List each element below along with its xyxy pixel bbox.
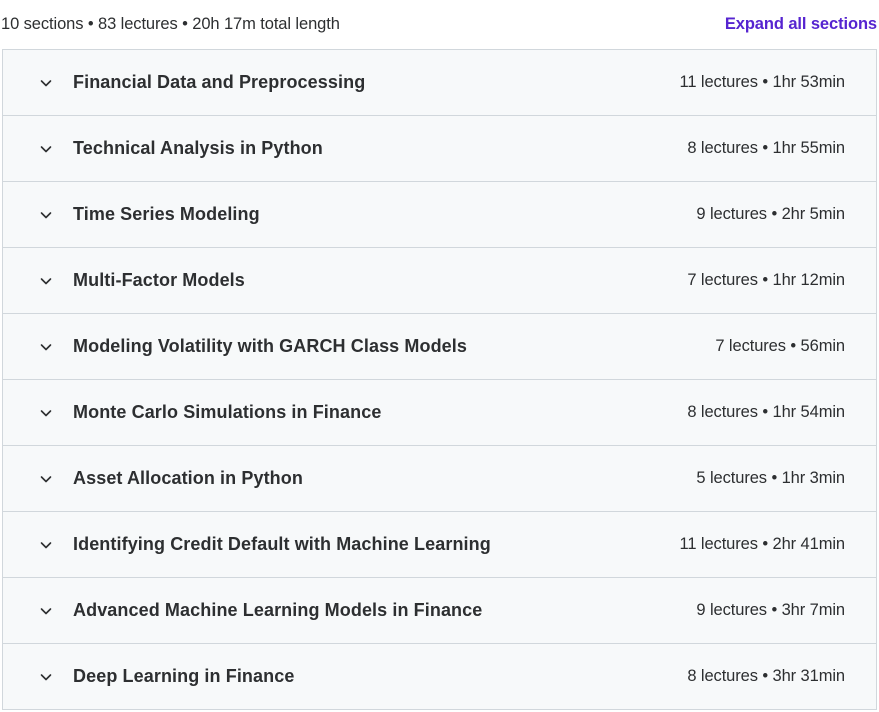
- curriculum-section-list: Financial Data and Preprocessing 11 lect…: [2, 49, 877, 710]
- section-title: Advanced Machine Learning Models in Fina…: [73, 600, 483, 620]
- chevron-down-icon: [39, 76, 53, 90]
- section-lecture-count: 9 lectures • 2hr 5min: [696, 205, 845, 223]
- section-lecture-count: 7 lectures • 56min: [715, 337, 845, 355]
- section-row[interactable]: Identifying Credit Default with Machine …: [3, 512, 876, 578]
- section-title: Asset Allocation in Python: [73, 468, 303, 488]
- chevron-down-icon: [39, 472, 53, 486]
- section-lecture-count: 9 lectures • 3hr 7min: [696, 601, 845, 619]
- section-title: Time Series Modeling: [73, 204, 260, 224]
- section-row[interactable]: Monte Carlo Simulations in Finance 8 lec…: [3, 380, 876, 446]
- section-title: Identifying Credit Default with Machine …: [73, 534, 491, 554]
- section-row[interactable]: Deep Learning in Finance 8 lectures • 3h…: [3, 644, 876, 709]
- chevron-down-icon: [39, 142, 53, 156]
- section-title: Modeling Volatility with GARCH Class Mod…: [73, 336, 467, 356]
- section-title: Monte Carlo Simulations in Finance: [73, 402, 382, 422]
- section-lecture-count: 7 lectures • 1hr 12min: [687, 271, 845, 289]
- chevron-down-icon: [39, 274, 53, 288]
- section-lecture-count: 8 lectures • 1hr 55min: [687, 139, 845, 157]
- section-lecture-count: 5 lectures • 1hr 3min: [696, 469, 845, 487]
- course-summary: 10 sections • 83 lectures • 20h 17m tota…: [1, 15, 340, 33]
- section-row[interactable]: Multi-Factor Models 7 lectures • 1hr 12m…: [3, 248, 876, 314]
- chevron-down-icon: [39, 604, 53, 618]
- section-row[interactable]: Time Series Modeling 9 lectures • 2hr 5m…: [3, 182, 876, 248]
- section-lecture-count: 11 lectures • 2hr 41min: [679, 535, 845, 553]
- expand-all-sections-button[interactable]: Expand all sections: [725, 15, 877, 34]
- section-lecture-count: 8 lectures • 3hr 31min: [687, 667, 845, 685]
- section-row[interactable]: Financial Data and Preprocessing 11 lect…: [3, 50, 876, 116]
- chevron-down-icon: [39, 538, 53, 552]
- chevron-down-icon: [39, 340, 53, 354]
- section-lecture-count: 8 lectures • 1hr 54min: [687, 403, 845, 421]
- section-row[interactable]: Modeling Volatility with GARCH Class Mod…: [3, 314, 876, 380]
- section-row[interactable]: Asset Allocation in Python 5 lectures • …: [3, 446, 876, 512]
- chevron-down-icon: [39, 208, 53, 222]
- section-title: Financial Data and Preprocessing: [73, 72, 366, 92]
- chevron-down-icon: [39, 670, 53, 684]
- section-lecture-count: 11 lectures • 1hr 53min: [679, 73, 845, 91]
- chevron-down-icon: [39, 406, 53, 420]
- section-title: Deep Learning in Finance: [73, 666, 295, 686]
- section-row[interactable]: Technical Analysis in Python 8 lectures …: [3, 116, 876, 182]
- section-row[interactable]: Advanced Machine Learning Models in Fina…: [3, 578, 876, 644]
- section-title: Technical Analysis in Python: [73, 138, 323, 158]
- course-content-header: 10 sections • 83 lectures • 20h 17m tota…: [0, 0, 879, 49]
- section-title: Multi-Factor Models: [73, 270, 245, 290]
